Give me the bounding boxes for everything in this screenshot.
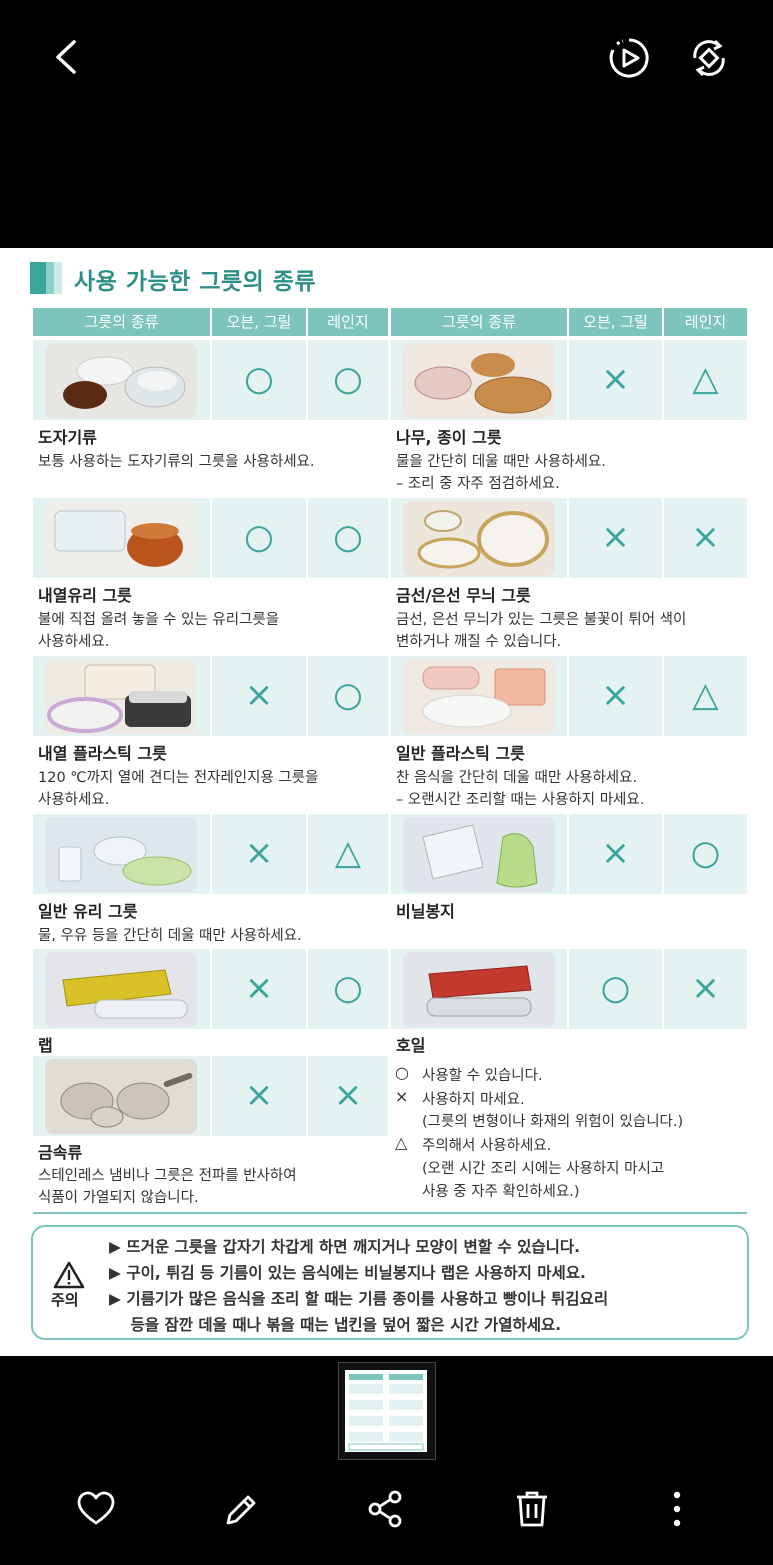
ceramic-dishes-photo: [45, 343, 197, 418]
motion-photo-play-icon[interactable]: [607, 36, 651, 80]
item-name: 호일: [396, 1036, 426, 1055]
foil-roll-photo: [403, 952, 555, 1027]
legend-text: 주의해서 사용하세요.: [422, 1138, 552, 1154]
metal-pots-photo: [45, 1059, 197, 1134]
auto-rotate-icon[interactable]: [687, 36, 731, 80]
oven-symbol: ×: [244, 675, 274, 715]
range-symbol: △: [692, 675, 719, 715]
heart-icon[interactable]: [75, 1489, 117, 1529]
range-symbol: ○: [333, 675, 363, 715]
item-desc: 찬 음식을 간단히 데울 때만 사용하세요. – 오랜시간 조리할 때는 사용하…: [396, 770, 645, 808]
legend-text: (오랜 시간 조리 시에는 사용하지 마시고: [422, 1161, 665, 1177]
title-accent-bar: [30, 262, 62, 294]
range-symbol: ○: [690, 833, 721, 873]
item-desc: 금선, 은선 무늬가 있는 그릇은 불꽃이 튀어 색이 변하거나 깨질 수 있습…: [396, 612, 687, 650]
oven-symbol: ×: [244, 1075, 274, 1115]
thumbnail-strip-item[interactable]: [338, 1362, 436, 1460]
header-range-left: 레인지: [308, 308, 388, 336]
item-desc: 스테인레스 냄비나 그릇은 전파를 반사하여 식품이 가열되지 않습니다.: [38, 1168, 297, 1206]
edit-pencil-icon[interactable]: [220, 1489, 262, 1529]
oven-symbol: ×: [601, 833, 630, 873]
range-symbol: ○: [333, 517, 363, 557]
range-symbol: ×: [333, 1075, 363, 1115]
range-symbol: ○: [333, 968, 363, 1008]
caution-line: ▶ 기름기가 많은 음식을 조리 할 때는 기름 종이를 사용하고 빵이나 튀김…: [109, 1290, 609, 1308]
legend-text: 사용 중 자주 확인하세요.): [422, 1184, 580, 1200]
share-icon[interactable]: [365, 1489, 407, 1529]
caution-box: 주의 ▶ 뜨거운 그릇을 갑자기 차갑게 하면 깨지거나 모양이 변할 수 있습…: [31, 1225, 749, 1340]
item-name: 금속류: [38, 1143, 83, 1162]
header-oven-left: 오븐, 그릴: [212, 308, 306, 336]
range-symbol: △: [334, 833, 362, 873]
legend-symbol: △: [395, 1133, 408, 1152]
range-symbol: △: [692, 359, 719, 399]
item-desc: 보통 사용하는 도자기류의 그릇을 사용하세요.: [38, 454, 315, 470]
item-name: 내열유리 그릇: [38, 586, 132, 605]
item-name: 일반 유리 그릇: [38, 902, 138, 921]
oven-symbol: ○: [244, 517, 274, 557]
legend-text: 사용하지 마세요.: [422, 1092, 525, 1108]
item-name: 랩: [38, 1036, 53, 1055]
oven-symbol: ×: [601, 675, 630, 715]
range-symbol: ○: [333, 359, 363, 399]
oven-symbol: ×: [601, 517, 630, 557]
gold-rim-dishes-photo: [403, 501, 555, 576]
divider: [33, 1212, 747, 1214]
item-desc: 물을 간단히 데울 때만 사용하세요. – 조리 중 자주 점검하세요.: [396, 454, 606, 492]
caution-label: 주의: [51, 1291, 79, 1309]
glass-bowls-photo: [45, 817, 197, 892]
header-kind-left: 그릇의 종류: [33, 308, 210, 336]
heat-glass-photo: [45, 501, 197, 576]
back-arrow-icon[interactable]: [50, 38, 84, 76]
legend-text: (그릇의 변형이나 화재의 위험이 있습니다.): [422, 1114, 684, 1130]
legend-text: 사용할 수 있습니다.: [422, 1068, 543, 1084]
heat-plastic-photo: [45, 659, 197, 734]
range-symbol: ×: [691, 968, 720, 1008]
item-name: 비닐봉지: [396, 902, 455, 921]
wood-paper-photo: [403, 343, 555, 418]
oven-symbol: ×: [601, 359, 630, 399]
header-range-right: 레인지: [664, 308, 747, 336]
item-name: 도자기류: [38, 428, 97, 447]
oven-symbol: ○: [600, 968, 631, 1008]
trash-icon[interactable]: [511, 1489, 553, 1529]
legend-symbol: ×: [395, 1087, 409, 1106]
oven-symbol: ○: [244, 359, 274, 399]
range-symbol: ×: [691, 517, 720, 557]
plastic-containers-photo: [403, 659, 555, 734]
plastic-bag-photo: [403, 817, 555, 892]
item-name: 금선/은선 무늬 그릇: [396, 586, 531, 605]
oven-symbol: ×: [244, 833, 274, 873]
top-app-bar: [0, 0, 773, 248]
item-desc: 물, 우유 등을 간단히 데울 때만 사용하세요.: [38, 928, 302, 944]
item-name: 내열 플라스틱 그릇: [38, 744, 167, 763]
item-desc: 불에 직접 올려 놓을 수 있는 유리그릇을 사용하세요.: [38, 612, 280, 650]
item-desc: 120 ℃까지 열에 견디는 전자레인지용 그릇을 사용하세요.: [38, 770, 319, 808]
warning-icon: [53, 1261, 85, 1289]
oven-symbol: ×: [244, 968, 274, 1008]
caution-line: 등을 잠깐 데울 때나 볶을 때는 냅킨을 덮어 짧은 시간 가열하세요.: [109, 1316, 562, 1334]
document-image[interactable]: 사용 가능한 그릇의 종류 그릇의 종류 오븐, 그릴 레인지 그릇의 종류 오…: [0, 248, 773, 1356]
thumbnail-image: [345, 1370, 427, 1452]
header-kind-right: 그릇의 종류: [391, 308, 567, 336]
caution-line: ▶ 구이, 튀김 등 기름이 있는 음식에는 비닐봉지나 랩은 사용하지 마세요…: [109, 1264, 586, 1282]
item-name: 나무, 종이 그릇: [396, 428, 502, 447]
header-oven-right: 오븐, 그릴: [569, 308, 662, 336]
item-name: 일반 플라스틱 그릇: [396, 744, 525, 763]
plastic-wrap-photo: [45, 952, 197, 1027]
legend-symbol: ○: [395, 1063, 409, 1082]
more-vertical-icon[interactable]: [656, 1489, 698, 1529]
caution-line: ▶ 뜨거운 그릇을 갑자기 차갑게 하면 깨지거나 모양이 변할 수 있습니다.: [109, 1238, 581, 1256]
page-title: 사용 가능한 그릇의 종류: [74, 269, 317, 295]
